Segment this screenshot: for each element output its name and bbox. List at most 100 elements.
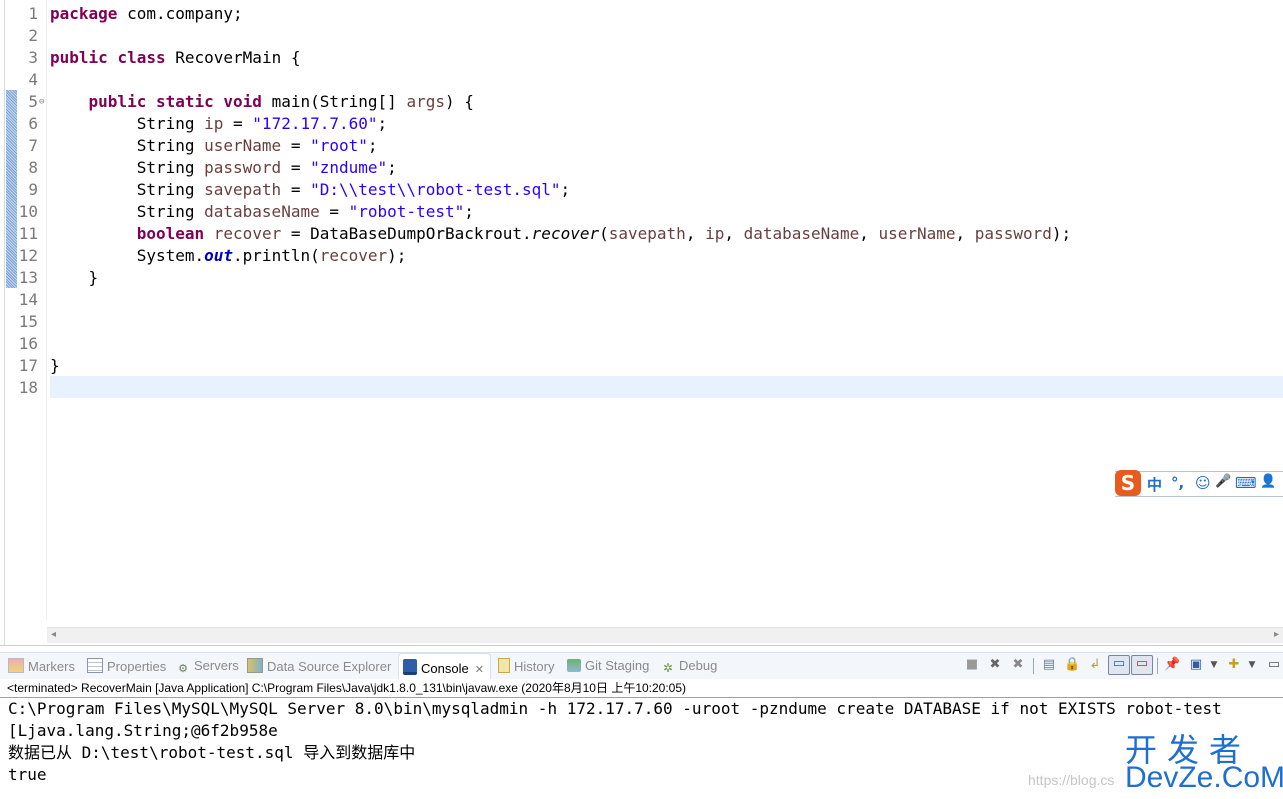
scroll-left-icon[interactable]: ◂	[51, 629, 56, 640]
code-token: args	[406, 92, 445, 111]
sogou-logo-icon[interactable]: S	[1115, 470, 1141, 496]
code-token: RecoverMain {	[165, 48, 301, 67]
ime-toolbar[interactable]: S 中 °, ☺ 🎤 ⌨ 👤	[1115, 470, 1283, 497]
scroll-lock-icon[interactable]: 🔒	[1064, 657, 1080, 673]
tab-git-staging[interactable]: Git Staging	[567, 658, 649, 673]
code-token: main(String[]	[261, 92, 407, 111]
code-line[interactable]: 11 boolean recover = DataBaseDumpOrBackr…	[0, 223, 1283, 245]
code-line[interactable]: 13 }	[0, 267, 1283, 289]
emoji-icon[interactable]: ☺	[1195, 474, 1211, 492]
fold-collapse-icon[interactable]: ⊖	[39, 91, 44, 113]
history-icon	[498, 658, 510, 673]
pin-console-icon[interactable]: 📌	[1164, 657, 1180, 673]
console-line: C:\Program Files\MySQL\MySQL Server 8.0\…	[8, 699, 1222, 718]
display-console-dropdown-icon[interactable]: ▼	[1206, 657, 1222, 673]
show-on-stdout-icon[interactable]: ▭	[1108, 655, 1130, 675]
code-token: static	[155, 92, 214, 111]
terminate-icon[interactable]: ■	[964, 657, 980, 673]
code-token: =	[319, 202, 349, 221]
code-line[interactable]: 17}	[0, 355, 1283, 377]
code-token: System.	[50, 246, 205, 265]
code-text: public static void main(String[] args) {	[50, 91, 474, 113]
console-line: [Ljava.lang.String;@6f2b958e	[8, 721, 278, 740]
code-text: String databaseName = "robot-test";	[50, 201, 474, 223]
code-line[interactable]: 8 String password = "zndume";	[0, 157, 1283, 179]
code-line[interactable]: 7 String userName = "root";	[0, 135, 1283, 157]
line-number: 14	[18, 290, 38, 309]
code-token: ,	[955, 224, 975, 243]
tab-history[interactable]: History	[498, 658, 554, 674]
code-line[interactable]: 10 String databaseName = "robot-test";	[0, 201, 1283, 223]
code-token: .println(	[233, 246, 320, 265]
keyboard-icon[interactable]: ⌨	[1235, 474, 1257, 492]
code-line[interactable]: 15	[0, 311, 1283, 333]
line-number: 15	[18, 312, 38, 331]
code-token: public	[50, 48, 108, 67]
minimize-icon[interactable]: ▭	[1266, 657, 1282, 673]
code-line[interactable]: 5 ⊖ public static void main(String[] args…	[0, 91, 1283, 113]
tab-data-source-explorer[interactable]: Data Source Explorer	[247, 658, 391, 674]
show-on-stderr-icon[interactable]: ▭	[1131, 655, 1153, 675]
code-line[interactable]: 16	[0, 333, 1283, 355]
clear-console-icon[interactable]: ▤	[1041, 657, 1057, 673]
line-number: 13	[18, 268, 38, 287]
code-line[interactable]: 14	[0, 289, 1283, 311]
code-text: boolean recover = DataBaseDumpOrBackrout…	[50, 223, 1071, 245]
code-token: password	[974, 224, 1052, 243]
code-token: ;	[377, 114, 388, 133]
code-token: ,	[859, 224, 879, 243]
code-text: }	[50, 355, 60, 377]
punctuation-icon[interactable]: °,	[1171, 474, 1184, 492]
user-icon[interactable]: 👤	[1260, 474, 1276, 489]
code-token: userName	[204, 136, 282, 155]
tab-servers[interactable]: ⚙ Servers	[176, 658, 239, 675]
close-tab-icon[interactable]: ✕	[475, 664, 484, 676]
line-number: 6	[28, 114, 38, 133]
tab-console[interactable]: Console ✕	[398, 653, 491, 681]
code-token: ;	[387, 158, 397, 177]
tab-properties[interactable]: Properties	[87, 658, 166, 674]
code-token: "zndume"	[310, 158, 388, 177]
code-line[interactable]: 6 String ip = "172.17.7.60";	[0, 113, 1283, 135]
code-token: void	[223, 92, 262, 111]
code-token: ;	[367, 136, 378, 155]
code-line[interactable]: 9 String savepath = "D:\\test\\robot-tes…	[0, 179, 1283, 201]
word-wrap-icon[interactable]: ↲	[1087, 657, 1103, 673]
code-token: ip	[204, 114, 224, 133]
code-token: }	[50, 356, 60, 375]
horizontal-scrollbar[interactable]: ◂ ▸	[47, 627, 1283, 643]
remove-all-terminated-icon[interactable]: ✖	[1010, 657, 1026, 673]
remove-launch-icon[interactable]: ✖	[987, 657, 1003, 673]
code-token: databaseName	[204, 202, 320, 221]
code-token: ) {	[444, 92, 474, 111]
markers-icon	[8, 658, 24, 673]
code-token: String	[50, 136, 205, 155]
code-text: String ip = "172.17.7.60";	[50, 113, 387, 135]
line-number: 1	[28, 4, 38, 23]
code-token: =	[281, 180, 311, 199]
ime-mode-toggle[interactable]: 中	[1147, 474, 1162, 495]
display-console-icon[interactable]: ▣	[1188, 657, 1204, 673]
code-line[interactable]: 2	[0, 25, 1283, 47]
tab-markers[interactable]: Markers	[8, 658, 75, 674]
open-console-icon[interactable]: ✚	[1226, 657, 1242, 673]
code-line[interactable]: 1 package com.company;	[0, 3, 1283, 25]
code-line[interactable]: 12 System.out.println(recover);	[0, 245, 1283, 267]
code-token: );	[1051, 224, 1072, 243]
code-token: ,	[724, 224, 744, 243]
line-number: 9	[28, 180, 38, 199]
open-console-dropdown-icon[interactable]: ▼	[1244, 657, 1260, 673]
console-line: 数据已从 D:\test\robot-test.sql 导入到数据库中	[8, 743, 416, 762]
code-token: =	[281, 136, 311, 155]
scroll-right-icon[interactable]: ▸	[1274, 629, 1279, 640]
code-token: }	[50, 268, 99, 287]
microphone-icon[interactable]: 🎤	[1215, 474, 1231, 489]
code-line[interactable]: 4	[0, 69, 1283, 91]
code-text: public class RecoverMain {	[50, 47, 300, 69]
code-editor[interactable]: 1 package com.company; 2 3 public class Reco…	[0, 0, 1283, 646]
code-line[interactable]: 18	[0, 377, 1283, 399]
code-line[interactable]: 3 public class RecoverMain {	[0, 47, 1283, 69]
tab-debug[interactable]: ✲ Debug	[661, 658, 717, 675]
line-number: 8	[28, 158, 38, 177]
